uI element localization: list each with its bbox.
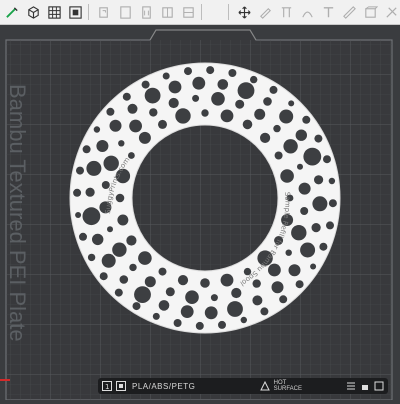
add-cube-icon[interactable] xyxy=(3,3,21,21)
plate-list-icon[interactable] xyxy=(346,381,356,391)
surface-line2: SURFACE xyxy=(273,386,302,392)
toolbar-divider xyxy=(201,4,202,20)
orient-icon[interactable] xyxy=(66,3,84,21)
plate-lock-icon[interactable] xyxy=(360,381,370,391)
seam-icon[interactable] xyxy=(298,3,316,21)
text-icon[interactable] xyxy=(319,3,337,21)
copy-icon[interactable] xyxy=(95,3,113,21)
support-icon[interactable] xyxy=(277,3,295,21)
add-plate-icon[interactable] xyxy=(24,3,42,21)
engraving-left-text: SuggyPrints.com xyxy=(104,156,132,214)
move-icon[interactable] xyxy=(235,3,253,21)
svg-text:SuggyPrints.com: SuggyPrints.com xyxy=(104,156,132,214)
arrange-plate-icon[interactable] xyxy=(116,381,126,391)
plate-material-text: PLA/ABS/PETG xyxy=(132,381,196,391)
split-icon[interactable] xyxy=(179,3,197,21)
arrange-grid-icon[interactable] xyxy=(45,3,63,21)
svg-text:Sample Refill for Bambu Spool: Sample Refill for Bambu Spool xyxy=(239,192,292,288)
plate-settings-bar: 1 PLA/ABS/PETG HOT SURFACE xyxy=(98,378,388,394)
toolbar-divider xyxy=(88,4,89,20)
plate-number-icon[interactable]: 1 xyxy=(102,381,112,391)
measure-icon[interactable] xyxy=(340,3,358,21)
engraving-right-text: Sample Refill for Bambu Spool xyxy=(239,192,292,288)
model-engraving: SuggyPrints.com Sample Refill for Bambu … xyxy=(104,156,292,288)
toolbar xyxy=(0,0,400,25)
plate-settings-icon[interactable] xyxy=(374,381,384,391)
cut-icon[interactable] xyxy=(361,3,379,21)
layer-icon[interactable] xyxy=(158,3,176,21)
delete-icon[interactable] xyxy=(137,3,155,21)
surface-label: HOT SURFACE xyxy=(274,380,302,392)
svg-text:1: 1 xyxy=(105,383,109,391)
toolbar-divider xyxy=(228,4,229,20)
warning-icon xyxy=(259,380,270,391)
assembly-icon[interactable] xyxy=(382,3,400,21)
paint-icon[interactable] xyxy=(256,3,274,21)
paste-icon[interactable] xyxy=(116,3,134,21)
